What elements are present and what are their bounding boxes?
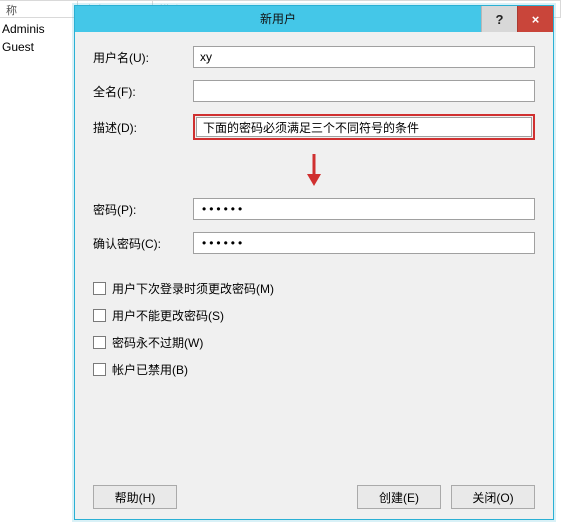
checkbox-icon — [93, 309, 106, 322]
col-header-name[interactable]: 称 — [0, 1, 78, 17]
annotation-arrow — [93, 154, 535, 186]
confirm-password-label: 确认密码(C): — [93, 235, 193, 252]
fullname-label: 全名(F): — [93, 83, 193, 100]
checkbox-label: 帐户已禁用(B) — [112, 361, 188, 378]
new-user-dialog: 新用户 ? × 用户名(U): 全名(F): 描述(D): — [74, 5, 554, 520]
confirm-password-input[interactable] — [193, 232, 535, 254]
description-input[interactable] — [196, 117, 532, 137]
dialog-title: 新用户 — [75, 6, 481, 32]
arrow-down-icon — [304, 154, 324, 186]
help-button[interactable]: 帮助(H) — [93, 485, 177, 509]
checkbox-icon — [93, 282, 106, 295]
checkbox-cannot-change[interactable]: 用户不能更改密码(S) — [93, 307, 535, 324]
close-icon[interactable]: × — [517, 6, 553, 32]
password-input[interactable] — [193, 198, 535, 220]
description-highlight — [193, 114, 535, 140]
list-item[interactable]: Guest — [0, 38, 74, 56]
password-label: 密码(P): — [93, 201, 193, 218]
help-icon[interactable]: ? — [481, 6, 517, 32]
checkbox-label: 用户不能更改密码(S) — [112, 307, 224, 324]
checkbox-label: 密码永不过期(W) — [112, 334, 203, 351]
checkbox-icon — [93, 336, 106, 349]
dialog-body: 用户名(U): 全名(F): 描述(D): 密码(P): — [75, 32, 553, 519]
checkbox-icon — [93, 363, 106, 376]
checkbox-account-disabled[interactable]: 帐户已禁用(B) — [93, 361, 535, 378]
fullname-input[interactable] — [193, 80, 535, 102]
checkbox-must-change[interactable]: 用户下次登录时须更改密码(M) — [93, 280, 535, 297]
checkbox-never-expire[interactable]: 密码永不过期(W) — [93, 334, 535, 351]
description-label: 描述(D): — [93, 119, 193, 136]
close-button[interactable]: 关闭(O) — [451, 485, 535, 509]
username-label: 用户名(U): — [93, 49, 193, 66]
list-item[interactable]: Adminis — [0, 20, 74, 38]
create-button[interactable]: 创建(E) — [357, 485, 441, 509]
titlebar[interactable]: 新用户 ? × — [75, 6, 553, 32]
username-input[interactable] — [193, 46, 535, 68]
checkbox-label: 用户下次登录时须更改密码(M) — [112, 280, 274, 297]
